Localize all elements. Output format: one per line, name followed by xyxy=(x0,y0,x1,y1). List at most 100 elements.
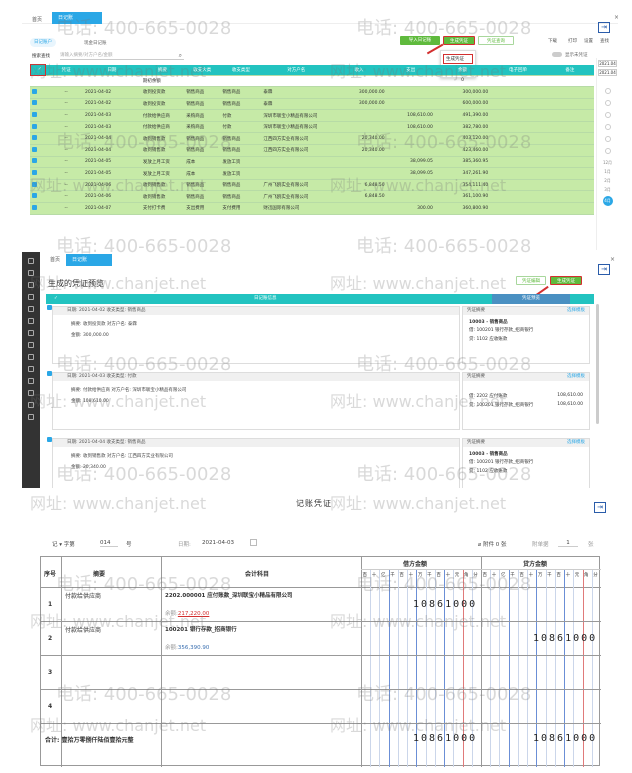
row-checkbox[interactable] xyxy=(32,204,37,210)
cell-income: 300,000.00 xyxy=(331,86,387,99)
line-account[interactable]: 100201 银行存款_招商银行 xyxy=(165,625,237,633)
search-icon[interactable]: ⌕ xyxy=(179,51,182,60)
col-header[interactable]: 收支大类 xyxy=(184,65,221,76)
col-header[interactable]: 凭证 xyxy=(49,65,84,76)
subtab-journal-account[interactable]: 日记账户 xyxy=(30,38,56,47)
table-row[interactable]: -- 2021-04-03 付款给供应商 采购商品 付款 深圳市联宝小精品有限公司 108,… xyxy=(30,109,594,122)
cell-type: 销售商品 xyxy=(220,190,262,204)
line-credit-amount[interactable]: 10861000 xyxy=(533,633,597,644)
row-checkbox[interactable] xyxy=(32,135,37,141)
row-checkbox[interactable] xyxy=(32,158,37,164)
show-unposted-toggle[interactable] xyxy=(552,52,562,57)
tab-home[interactable]: 首页 xyxy=(26,14,48,26)
print-button[interactable]: 打印 xyxy=(568,38,577,44)
col-header[interactable]: 备注 xyxy=(545,65,594,76)
select-template-link[interactable]: 选择模板 xyxy=(567,439,585,447)
tab-journal-2[interactable]: 日记账 xyxy=(66,254,112,266)
calendar-icon[interactable] xyxy=(250,539,257,546)
col-header[interactable]: 摘要 xyxy=(140,65,185,76)
col-header[interactable]: 电子回单 xyxy=(490,65,546,76)
date-chip-start[interactable]: 2021.04 xyxy=(598,60,617,67)
table-row[interactable]: -- 2021-04-02 收到投资款 销售商品 销售商品 泰霖 300,000.00 300… xyxy=(30,86,594,99)
table-row[interactable]: -- 2021-04-05 发放上月工资 成本 发放工资 38,099.05 347,261… xyxy=(30,167,594,180)
cell-balance: 354,111.40 xyxy=(434,179,491,192)
col-header[interactable]: 收入 xyxy=(331,65,387,76)
left-nav-rail xyxy=(22,252,40,488)
search-button[interactable]: 查找 xyxy=(600,38,609,44)
cell-balance: 360,800.90 xyxy=(434,202,491,215)
month-item[interactable]: 1月 xyxy=(597,169,618,175)
month-item[interactable]: 4月 xyxy=(602,196,613,206)
search-placeholder: 请输入摘要/对方户名/金额 xyxy=(60,53,113,58)
timeline-dot[interactable] xyxy=(604,88,611,94)
digit-unit: 百 xyxy=(556,573,561,578)
date-chip-end[interactable]: 2021.04 xyxy=(598,69,617,76)
table-row[interactable]: -- 2021-04-04 收到销售款 销售商品 销售商品 江西四方实业有限公司 20,34… xyxy=(30,144,594,157)
card-checkbox[interactable] xyxy=(47,305,52,310)
attach-count-input[interactable]: 1 xyxy=(558,540,578,547)
timeline-dot[interactable] xyxy=(604,112,611,118)
edit-voucher-button[interactable]: 凭证编辑 xyxy=(516,276,546,285)
timeline-dot[interactable] xyxy=(604,148,611,154)
table-row[interactable]: -- 2021-04-06 收到销售款 销售商品 销售商品 广州飞鸥实业有限公司 6,848… xyxy=(30,190,594,204)
col-header[interactable]: 收支类型 xyxy=(220,65,262,76)
export-icon-2[interactable]: ⇥ xyxy=(598,264,610,275)
line-summary[interactable]: 付款给供应商 xyxy=(65,625,101,634)
row-checkbox[interactable] xyxy=(32,123,37,129)
row-checkbox[interactable] xyxy=(32,88,37,94)
select-template-link[interactable]: 选择模板 xyxy=(567,307,585,315)
card-checkbox[interactable] xyxy=(47,371,52,376)
import-button[interactable]: 导入日记账 xyxy=(400,36,440,45)
scrollbar[interactable] xyxy=(596,304,599,424)
row-checkbox[interactable] xyxy=(32,193,37,199)
timeline-dot[interactable] xyxy=(604,136,611,142)
card-checkbox[interactable] xyxy=(47,437,52,442)
table-row[interactable]: -- 2021-04-05 发放上月工资 成本 发放工资 38,099.05 385,360… xyxy=(30,156,594,169)
filter-label[interactable]: 搜索查找 xyxy=(32,53,50,59)
col-header[interactable]: 支出 xyxy=(386,65,435,76)
attachment-link[interactable]: ⌀ 附件 0 张 xyxy=(478,540,507,548)
voucher-number-input[interactable]: 014 xyxy=(100,540,118,547)
export-icon[interactable]: ⇥ xyxy=(598,22,610,33)
timeline-dot[interactable] xyxy=(604,100,611,106)
tab-home-2[interactable]: 首页 xyxy=(44,254,66,266)
export-icon-3[interactable]: ⇥ xyxy=(594,502,606,513)
voucher-query-button[interactable]: 凭证查询 xyxy=(478,36,514,45)
select-template-link[interactable]: 选择模板 xyxy=(567,373,585,381)
select-all-checkbox-2[interactable]: ✓ xyxy=(54,294,58,304)
close-icon[interactable]: × xyxy=(614,14,618,21)
settings-button[interactable]: 设置 xyxy=(584,38,593,44)
table-row[interactable]: -- 2021-04-07 支付打卡费 支出费用 支付费用 财迅国际有限公司 300.00 3… xyxy=(30,202,594,215)
table-row[interactable]: -- 2021-04-03 付款给供应商 采购商品 付款 深圳市联宝小精品有限公司 108,… xyxy=(30,121,594,134)
confirm-generate-button[interactable]: 生成凭证 xyxy=(550,276,582,285)
line-summary[interactable]: 付款给供应商 xyxy=(65,591,101,600)
col-header[interactable]: 余额 xyxy=(434,65,491,76)
month-item[interactable]: 3月 xyxy=(597,187,618,193)
col-header[interactable]: 对方户名 xyxy=(261,65,332,76)
subtab-cash[interactable]: 现金日记账 xyxy=(84,40,107,46)
row-checkbox[interactable] xyxy=(32,170,37,176)
table-row[interactable]: -- 2021-04-02 收到投资款 销售商品 销售商品 泰霖 300,000.00 600… xyxy=(30,98,594,111)
row-checkbox[interactable] xyxy=(32,181,37,187)
table-row[interactable]: -- 2021-04-06 收到销售款 销售商品 销售商品 广州飞鸥实业有限公司 6,848… xyxy=(30,179,594,192)
row-checkbox[interactable] xyxy=(32,146,37,152)
row-checkbox[interactable] xyxy=(32,100,37,106)
download-button[interactable]: 下载 xyxy=(548,38,557,44)
month-item[interactable]: 12月 xyxy=(597,160,618,166)
search-input[interactable]: 请输入摘要/对方户名/金额 ⌕ xyxy=(60,51,184,60)
col-header[interactable]: 日期 xyxy=(83,65,141,76)
month-item[interactable]: 2月 xyxy=(597,178,618,184)
date-input[interactable]: 2021-04-03 xyxy=(202,540,234,546)
line-debit-amount[interactable]: 10861000 xyxy=(413,599,477,610)
header-debit: 借方金额 xyxy=(403,561,428,568)
generate-voucher-button[interactable]: 生成凭证 xyxy=(443,36,475,45)
dropdown-generate-voucher[interactable]: 生成凭证 xyxy=(443,54,473,64)
timeline-dot[interactable] xyxy=(604,124,611,130)
line-account[interactable]: 2202.000001 应付账款_深圳联宝小精品有限公司 xyxy=(165,591,293,599)
row-checkbox[interactable] xyxy=(32,112,37,118)
tab-journal[interactable]: 日记账 xyxy=(52,12,102,24)
table-row[interactable]: -- 2021-04-04 收到销售款 销售商品 销售商品 江西四方实业有限公司 20,34… xyxy=(30,132,594,146)
close-icon-2[interactable]: × xyxy=(610,256,615,263)
voucher-word-select[interactable]: 记 ▾ 字第 xyxy=(52,540,75,548)
cell-date: 2021-04-05 xyxy=(83,167,141,180)
